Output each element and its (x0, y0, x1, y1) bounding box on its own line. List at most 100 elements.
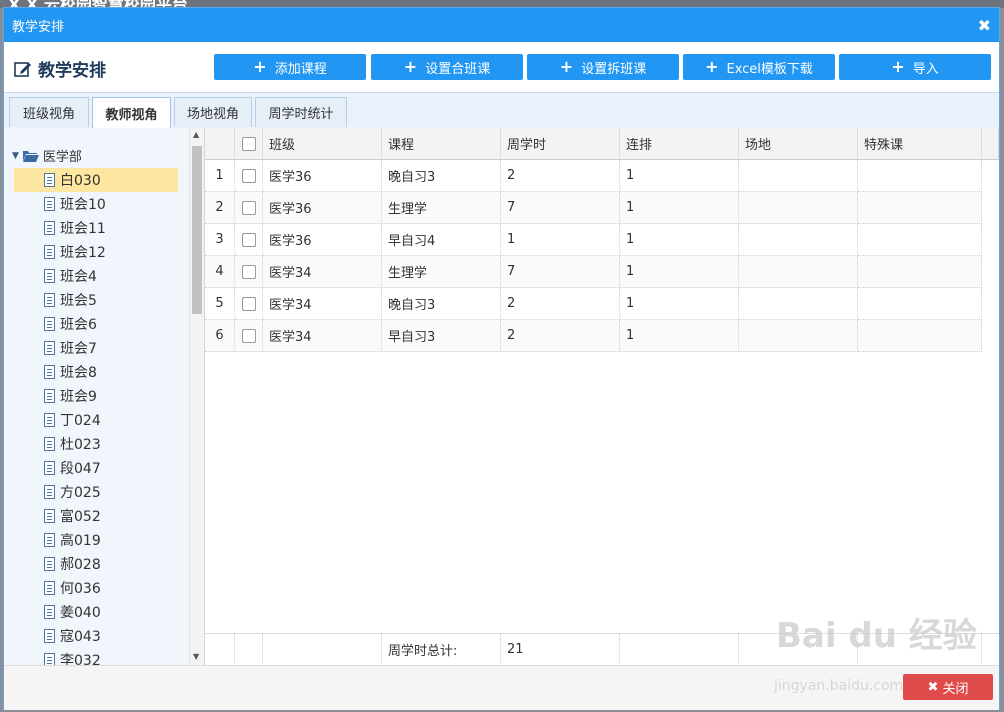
cell-special[interactable] (858, 192, 982, 224)
expand-arrow-icon[interactable]: ▼ (12, 151, 19, 161)
header-special[interactable]: 特殊课 (858, 128, 982, 160)
cell-weekly-hours[interactable]: 2 (501, 320, 620, 352)
tab-teacher-view[interactable]: 教师视角 (92, 97, 171, 128)
tree-scrollbar[interactable]: ▲ ▼ (189, 128, 204, 665)
tree-item[interactable]: 班会8 (14, 360, 178, 384)
cell-course[interactable]: 晚自习3 (382, 160, 501, 192)
close-icon[interactable]: ✖ (978, 16, 991, 35)
tree-item[interactable]: 段047 (14, 456, 178, 480)
cell-consecutive[interactable]: 1 (620, 224, 739, 256)
cell-weekly-hours[interactable]: 7 (501, 256, 620, 288)
tab-venue-view[interactable]: 场地视角 (174, 97, 252, 127)
tree-item[interactable]: 班会12 (14, 240, 178, 264)
tree-item[interactable]: 郝028 (14, 552, 178, 576)
document-icon (44, 437, 55, 451)
close-button[interactable]: ✖ 关闭 (903, 674, 993, 700)
cell-special[interactable] (858, 320, 982, 352)
cell-course[interactable]: 生理学 (382, 256, 501, 288)
row-number: 3 (205, 224, 235, 256)
cell-weekly-hours[interactable]: 2 (501, 288, 620, 320)
tree-item-label: 段047 (60, 461, 101, 477)
cell-class[interactable]: 医学36 (263, 224, 382, 256)
row-checkbox[interactable] (241, 264, 256, 279)
cell-special[interactable] (858, 224, 982, 256)
row-checkbox[interactable] (241, 328, 256, 343)
cell-weekly-hours[interactable]: 1 (501, 224, 620, 256)
cell-class[interactable]: 医学36 (263, 160, 382, 192)
cell-venue[interactable] (739, 320, 858, 352)
tab-weekly-hours[interactable]: 周学时统计 (255, 97, 347, 127)
tree-item[interactable]: 姜040 (14, 600, 178, 624)
tree-item-label: 富052 (60, 509, 101, 525)
tree-item[interactable]: 班会11 (14, 216, 178, 240)
cell-venue[interactable] (739, 192, 858, 224)
tree-item[interactable]: 高019 (14, 528, 178, 552)
cell-weekly-hours[interactable]: 2 (501, 160, 620, 192)
table-row[interactable]: 1 医学36 晚自习3 2 1 (205, 160, 999, 192)
tree-item[interactable]: 方025 (14, 480, 178, 504)
cell-class[interactable]: 医学36 (263, 192, 382, 224)
cell-consecutive[interactable]: 1 (620, 192, 739, 224)
tree-item[interactable]: 白030 (14, 168, 178, 192)
tree-item[interactable]: 丁024 (14, 408, 178, 432)
cell-consecutive[interactable]: 1 (620, 320, 739, 352)
scrollbar-thumb[interactable] (192, 146, 202, 314)
cell-class[interactable]: 医学34 (263, 288, 382, 320)
cell-class[interactable]: 医学34 (263, 320, 382, 352)
header-weekly-hours[interactable]: 周学时 (501, 128, 620, 160)
scroll-down-icon[interactable]: ▼ (193, 652, 199, 661)
tree-item[interactable]: 班会9 (14, 384, 178, 408)
header-class[interactable]: 班级 (263, 128, 382, 160)
cell-consecutive[interactable]: 1 (620, 160, 739, 192)
header-venue[interactable]: 场地 (739, 128, 858, 160)
tree-item[interactable]: 班会6 (14, 312, 178, 336)
table-row[interactable]: 2 医学36 生理学 7 1 (205, 192, 999, 224)
row-number: 4 (205, 256, 235, 288)
row-checkbox[interactable] (241, 200, 256, 215)
teacher-tree: ▼ 医学部 白030 班会10 班会11 班会12 班会4 班会5 班会6 班会7 班会8 班会9… (4, 128, 205, 665)
cell-venue[interactable] (739, 224, 858, 256)
cell-weekly-hours[interactable]: 7 (501, 192, 620, 224)
table-row[interactable]: 5 医学34 晚自习3 2 1 (205, 288, 999, 320)
cell-consecutive[interactable]: 1 (620, 288, 739, 320)
select-all-checkbox[interactable] (241, 136, 256, 151)
table-row[interactable]: 3 医学36 早自习4 1 1 (205, 224, 999, 256)
tree-item[interactable]: 富052 (14, 504, 178, 528)
add-course-button[interactable]: + 添加课程 (214, 54, 366, 80)
cell-class[interactable]: 医学34 (263, 256, 382, 288)
set-split-class-button[interactable]: + 设置拆班课 (527, 54, 679, 80)
cell-course[interactable]: 早自习4 (382, 224, 501, 256)
cell-venue[interactable] (739, 288, 858, 320)
import-button[interactable]: + 导入 (839, 54, 991, 80)
cell-special[interactable] (858, 288, 982, 320)
cell-venue[interactable] (739, 160, 858, 192)
cell-course[interactable]: 生理学 (382, 192, 501, 224)
tree-item[interactable]: 杜023 (14, 432, 178, 456)
tree-item[interactable]: 班会10 (14, 192, 178, 216)
set-merged-class-button[interactable]: + 设置合班课 (371, 54, 523, 80)
tree-item[interactable]: 李032 (14, 648, 178, 665)
tree-item[interactable]: 寇043 (14, 624, 178, 648)
tree-item[interactable]: 班会7 (14, 336, 178, 360)
cell-special[interactable] (858, 256, 982, 288)
excel-template-download-button[interactable]: + Excel模板下载 (683, 54, 835, 80)
table-row[interactable]: 6 医学34 早自习3 2 1 (205, 320, 999, 352)
cell-consecutive[interactable]: 1 (620, 256, 739, 288)
cell-course[interactable]: 早自习3 (382, 320, 501, 352)
row-checkbox[interactable] (241, 168, 256, 183)
table-row[interactable]: 4 医学34 生理学 7 1 (205, 256, 999, 288)
cell-course[interactable]: 晚自习3 (382, 288, 501, 320)
row-checkbox[interactable] (241, 232, 256, 247)
tree-root[interactable]: ▼ 医学部 (12, 146, 82, 165)
header-course[interactable]: 课程 (382, 128, 501, 160)
tree-item[interactable]: 何036 (14, 576, 178, 600)
header-consecutive[interactable]: 连排 (620, 128, 739, 160)
tree-item[interactable]: 班会5 (14, 288, 178, 312)
scroll-up-icon[interactable]: ▲ (193, 130, 199, 139)
tab-class-view[interactable]: 班级视角 (9, 97, 89, 127)
dialog-title: 教学安排 (12, 19, 65, 35)
cell-venue[interactable] (739, 256, 858, 288)
row-checkbox[interactable] (241, 296, 256, 311)
cell-special[interactable] (858, 160, 982, 192)
tree-item[interactable]: 班会4 (14, 264, 178, 288)
